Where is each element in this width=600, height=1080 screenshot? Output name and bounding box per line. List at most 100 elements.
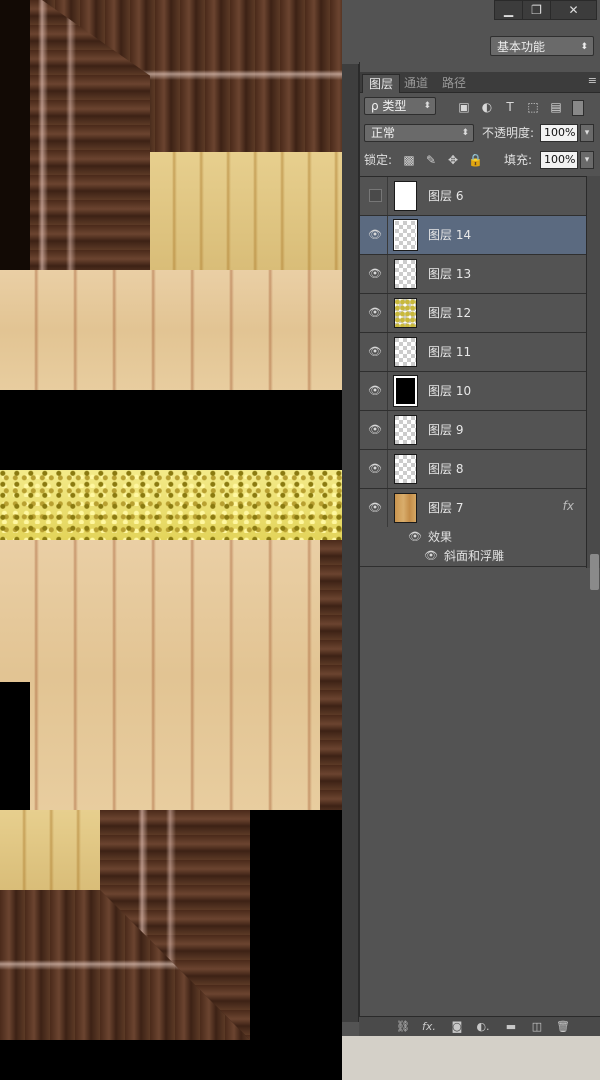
layer-name[interactable]: 图层 13 (428, 265, 471, 283)
layer-name[interactable]: 图层 12 (428, 304, 471, 322)
gold-texture-strip (0, 470, 342, 540)
layer-row[interactable]: 👁 图层 11 (360, 333, 586, 372)
layer-name[interactable]: 图层 7 (428, 499, 463, 517)
layer-row[interactable]: 👁 图层 7 fx (360, 489, 586, 527)
filter-toggle-icon[interactable] (572, 100, 584, 116)
filter-type-label: ρ 类型 (371, 99, 407, 113)
eye-icon[interactable]: 👁 (368, 267, 382, 281)
workspace-row: 基本功能 ⬍ (342, 30, 600, 64)
bevel-emboss-label: 斜面和浮雕 (444, 549, 505, 563)
fill-input[interactable]: 100% (540, 151, 578, 169)
workspace-label: 基本功能 (497, 40, 546, 54)
eye-icon[interactable]: 👁 (368, 462, 382, 476)
layer-thumbnail (394, 493, 417, 523)
layer-thumbnail (394, 259, 417, 289)
shape-filter-icon[interactable]: ⬚ (526, 100, 540, 114)
light-wood-plank-1 (0, 270, 342, 390)
updown-arrow-icon: ⬍ (580, 42, 588, 52)
eye-icon[interactable]: 👁 (424, 549, 438, 563)
layer-thumbnail (393, 219, 418, 251)
desktop-background (342, 1036, 600, 1080)
layers-bottom-bar: ⛓ fx. ◙ ◐. ▬ ◫ 🗑 (359, 1016, 600, 1037)
blend-mode-select[interactable]: 正常 ⬍ (364, 124, 474, 142)
filter-type-select[interactable]: ρ 类型 ⬍ (364, 97, 436, 115)
layer-thumbnail (394, 415, 417, 445)
eye-icon[interactable]: 👁 (368, 306, 382, 320)
lock-move-icon[interactable]: ✥ (446, 153, 460, 167)
lock-paint-icon[interactable]: ✎ (424, 153, 438, 167)
layer-name[interactable]: 图层 11 (428, 343, 471, 361)
lock-all-icon[interactable]: 🔒 (468, 153, 483, 167)
trash-icon[interactable]: 🗑 (555, 1019, 571, 1035)
tab-paths[interactable]: 路径 (436, 74, 472, 92)
updown-arrow-icon: ⬍ (461, 128, 469, 138)
workspace-select[interactable]: 基本功能 ⬍ (490, 36, 594, 56)
panel-menu-icon[interactable]: ≡ (588, 74, 597, 87)
layer-name[interactable]: 图层 10 (428, 382, 471, 400)
effects-row[interactable]: 👁 效果 (360, 528, 586, 547)
tab-channels[interactable]: 通道 (398, 74, 434, 92)
layer-name[interactable]: 图层 8 (428, 460, 463, 478)
folder-icon[interactable]: ▬ (503, 1019, 519, 1035)
black-corner (0, 0, 30, 270)
eye-icon[interactable]: 👁 (368, 345, 382, 359)
smart-object-filter-icon[interactable]: ▤ (549, 100, 563, 114)
filter-row: ρ 类型 ⬍ ▣ ◐ T ⬚ ▤ (360, 95, 600, 121)
layer-thumbnail (394, 454, 417, 484)
opacity-dropdown-button[interactable]: ▾ (580, 124, 594, 142)
link-icon[interactable]: ⛓ (395, 1019, 411, 1035)
effect-item-row[interactable]: 👁 斜面和浮雕 (360, 547, 586, 567)
updown-arrow-icon: ⬍ (423, 101, 431, 111)
opacity-label: 不透明度: (482, 126, 535, 140)
window-controls: ▁ ❐ ✕ (342, 0, 600, 22)
eye-icon[interactable]: 👁 (368, 501, 382, 515)
black-band-1 (0, 390, 342, 470)
layer-thumbnail (394, 181, 417, 211)
layer-thumbnail (394, 298, 417, 328)
minimize-button[interactable]: ▁ (494, 0, 523, 20)
black-bottom-strip (0, 1040, 342, 1080)
layers-panel: 图层 通道 路径 ≡ ρ 类型 ⬍ ▣ ◐ T ⬚ ▤ 正常 ⬍ 不透明度: 1… (359, 62, 600, 1022)
document-canvas[interactable] (0, 0, 342, 1080)
layer-row-selected[interactable]: 👁 图层 14 (360, 216, 586, 255)
lock-transparency-icon[interactable]: ▩ (402, 153, 416, 167)
adjustment-filter-icon[interactable]: ◐ (480, 100, 494, 114)
layer-row[interactable]: 👁 图层 12 (360, 294, 586, 333)
yellow-wood-small (0, 810, 100, 890)
layer-thumbnail (394, 337, 417, 367)
eye-icon[interactable]: 👁 (408, 530, 422, 544)
adjustment-icon[interactable]: ◐. (475, 1019, 491, 1035)
layer-row[interactable]: 👁 图层 13 (360, 255, 586, 294)
layer-name[interactable]: 图层 6 (428, 187, 463, 205)
scrollbar-thumb[interactable] (590, 554, 599, 590)
fill-dropdown-button[interactable]: ▾ (580, 151, 594, 169)
blend-mode-label: 正常 (371, 126, 396, 140)
visibility-toggle[interactable] (369, 189, 382, 202)
layers-scrollbar[interactable] (586, 176, 600, 590)
eye-icon[interactable]: 👁 (368, 228, 382, 242)
fx-badge[interactable]: fx (563, 499, 574, 513)
opacity-input[interactable]: 100% (540, 124, 578, 142)
layer-name[interactable]: 图层 14 (428, 226, 471, 244)
eye-icon[interactable]: 👁 (368, 423, 382, 437)
text-filter-icon[interactable]: T (503, 100, 517, 114)
layer-row[interactable]: 👁 图层 8 (360, 450, 586, 489)
blend-row: 正常 ⬍ 不透明度: 100% ▾ (360, 121, 600, 147)
lock-label: 锁定: (364, 153, 393, 167)
image-filter-icon[interactable]: ▣ (457, 100, 471, 114)
layer-name[interactable]: 图层 9 (428, 421, 463, 439)
collapsed-panel-strip (342, 64, 359, 1022)
tab-layers[interactable]: 图层 (362, 74, 401, 93)
layer-row[interactable]: 图层 6 (360, 177, 586, 216)
effects-label: 效果 (428, 530, 453, 544)
layer-row[interactable]: 👁 图层 9 (360, 411, 586, 450)
layer-row[interactable]: 👁 图层 10 (360, 372, 586, 411)
eye-icon[interactable]: 👁 (368, 384, 382, 398)
restore-button[interactable]: ❐ (522, 0, 551, 20)
light-wood-plank-2 (0, 540, 320, 810)
fx-icon[interactable]: fx. (421, 1019, 437, 1035)
mask-icon[interactable]: ◙ (449, 1019, 465, 1035)
new-layer-icon[interactable]: ◫ (529, 1019, 545, 1035)
close-button[interactable]: ✕ (550, 0, 597, 20)
layers-list: 图层 6 👁 图层 14 👁 图层 13 👁 图层 12 👁 图层 11 👁 图… (360, 176, 586, 569)
